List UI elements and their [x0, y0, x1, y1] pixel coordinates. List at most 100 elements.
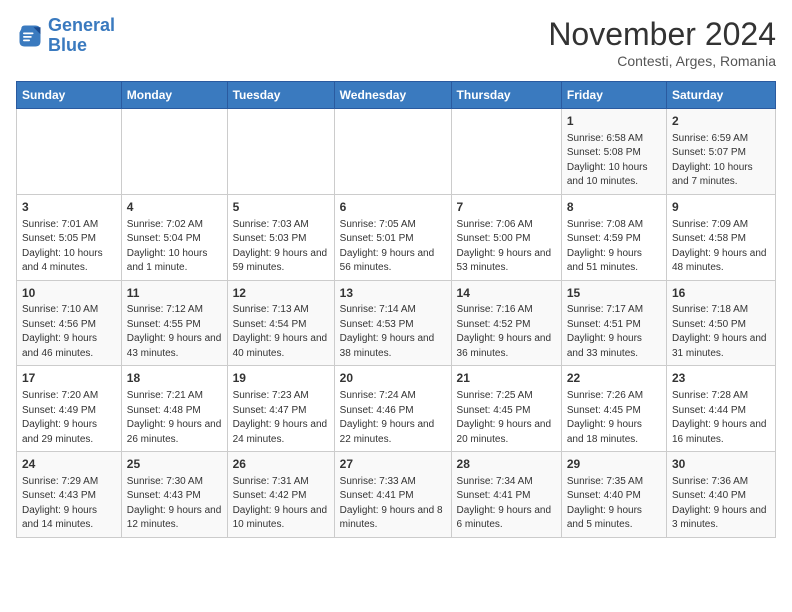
day-number: 2 — [672, 113, 770, 130]
day-number: 30 — [672, 456, 770, 473]
day-info: Sunrise: 7:34 AM Sunset: 4:41 PM Dayligh… — [457, 475, 556, 533]
day-number: 11 — [127, 285, 222, 302]
day-info: Sunrise: 7:13 AM Sunset: 4:54 PM Dayligh… — [233, 303, 329, 361]
day-number: 22 — [567, 370, 661, 387]
day-number: 15 — [567, 285, 661, 302]
day-info: Sunrise: 7:08 AM Sunset: 4:59 PM Dayligh… — [567, 218, 661, 276]
day-cell: 21 Sunrise: 7:25 AM Sunset: 4:45 PM Dayli… — [451, 366, 561, 452]
month-title: November 2024 — [548, 16, 776, 53]
day-cell: 22 Sunrise: 7:26 AM Sunset: 4:45 PM Dayli… — [561, 366, 666, 452]
day-number: 20 — [340, 370, 446, 387]
day-cell — [121, 109, 227, 195]
day-cell: 16Sunrise: 7:18 AM Sunset: 4:50 PM Dayli… — [666, 280, 775, 366]
day-number: 5 — [233, 199, 329, 216]
day-cell: 5 Sunrise: 7:03 AM Sunset: 5:03 PM Daylig… — [227, 194, 334, 280]
day-info: Sunrise: 7:28 AM Sunset: 4:44 PM Dayligh… — [672, 389, 770, 447]
day-cell: 1 Sunrise: 6:58 AM Sunset: 5:08 PM Daylig… — [561, 109, 666, 195]
day-header-monday: Monday — [121, 82, 227, 109]
day-cell: 14Sunrise: 7:16 AM Sunset: 4:52 PM Dayli… — [451, 280, 561, 366]
day-number: 21 — [457, 370, 556, 387]
day-cell: 9Sunrise: 7:09 AM Sunset: 4:58 PM Daylig… — [666, 194, 775, 280]
day-number: 3 — [22, 199, 116, 216]
day-cell — [17, 109, 122, 195]
day-info: Sunrise: 7:35 AM Sunset: 4:40 PM Dayligh… — [567, 475, 661, 533]
week-row-4: 17Sunrise: 7:20 AM Sunset: 4:49 PM Dayli… — [17, 366, 776, 452]
calendar-table: SundayMondayTuesdayWednesdayThursdayFrid… — [16, 81, 776, 538]
week-row-3: 10Sunrise: 7:10 AM Sunset: 4:56 PM Dayli… — [17, 280, 776, 366]
page-header: General Blue November 2024 Contesti, Arg… — [16, 16, 776, 69]
day-info: Sunrise: 7:10 AM Sunset: 4:56 PM Dayligh… — [22, 303, 116, 361]
day-info: Sunrise: 7:20 AM Sunset: 4:49 PM Dayligh… — [22, 389, 116, 447]
day-info: Sunrise: 7:01 AM Sunset: 5:05 PM Dayligh… — [22, 218, 116, 276]
logo-text: General Blue — [48, 16, 115, 56]
day-cell: 15Sunrise: 7:17 AM Sunset: 4:51 PM Dayli… — [561, 280, 666, 366]
day-cell: 12Sunrise: 7:13 AM Sunset: 4:54 PM Dayli… — [227, 280, 334, 366]
logo-line2: Blue — [48, 35, 87, 55]
day-cell — [451, 109, 561, 195]
day-info: Sunrise: 7:14 AM Sunset: 4:53 PM Dayligh… — [340, 303, 446, 361]
day-number: 12 — [233, 285, 329, 302]
header-row: SundayMondayTuesdayWednesdayThursdayFrid… — [17, 82, 776, 109]
day-number: 13 — [340, 285, 446, 302]
day-number: 16 — [672, 285, 770, 302]
day-cell: 11Sunrise: 7:12 AM Sunset: 4:55 PM Dayli… — [121, 280, 227, 366]
day-info: Sunrise: 7:18 AM Sunset: 4:50 PM Dayligh… — [672, 303, 770, 361]
day-info: Sunrise: 7:24 AM Sunset: 4:46 PM Dayligh… — [340, 389, 446, 447]
day-header-saturday: Saturday — [666, 82, 775, 109]
logo-line1: General — [48, 15, 115, 35]
day-info: Sunrise: 7:23 AM Sunset: 4:47 PM Dayligh… — [233, 389, 329, 447]
day-cell: 4 Sunrise: 7:02 AM Sunset: 5:04 PM Daylig… — [121, 194, 227, 280]
day-cell: 23 Sunrise: 7:28 AM Sunset: 4:44 PM Dayli… — [666, 366, 775, 452]
day-info: Sunrise: 7:16 AM Sunset: 4:52 PM Dayligh… — [457, 303, 556, 361]
week-row-2: 3 Sunrise: 7:01 AM Sunset: 5:05 PM Daylig… — [17, 194, 776, 280]
day-cell — [227, 109, 334, 195]
day-info: Sunrise: 7:21 AM Sunset: 4:48 PM Dayligh… — [127, 389, 222, 447]
day-info: Sunrise: 7:36 AM Sunset: 4:40 PM Dayligh… — [672, 475, 770, 533]
logo: General Blue — [16, 16, 115, 56]
day-number: 24 — [22, 456, 116, 473]
day-number: 8 — [567, 199, 661, 216]
day-number: 19 — [233, 370, 329, 387]
day-header-thursday: Thursday — [451, 82, 561, 109]
day-number: 26 — [233, 456, 329, 473]
day-number: 28 — [457, 456, 556, 473]
day-info: Sunrise: 7:06 AM Sunset: 5:00 PM Dayligh… — [457, 218, 556, 276]
day-info: Sunrise: 7:03 AM Sunset: 5:03 PM Dayligh… — [233, 218, 329, 276]
day-info: Sunrise: 7:05 AM Sunset: 5:01 PM Dayligh… — [340, 218, 446, 276]
day-cell — [334, 109, 451, 195]
day-info: Sunrise: 7:26 AM Sunset: 4:45 PM Dayligh… — [567, 389, 661, 447]
week-row-5: 24Sunrise: 7:29 AM Sunset: 4:43 PM Dayli… — [17, 452, 776, 538]
day-number: 1 — [567, 113, 661, 130]
day-info: Sunrise: 7:02 AM Sunset: 5:04 PM Dayligh… — [127, 218, 222, 276]
day-info: Sunrise: 7:12 AM Sunset: 4:55 PM Dayligh… — [127, 303, 222, 361]
day-cell: 6Sunrise: 7:05 AM Sunset: 5:01 PM Daylig… — [334, 194, 451, 280]
day-info: Sunrise: 6:58 AM Sunset: 5:08 PM Dayligh… — [567, 132, 661, 190]
logo-icon — [16, 22, 44, 50]
day-number: 10 — [22, 285, 116, 302]
day-number: 18 — [127, 370, 222, 387]
day-cell: 2 Sunrise: 6:59 AM Sunset: 5:07 PM Daylig… — [666, 109, 775, 195]
day-info: Sunrise: 7:31 AM Sunset: 4:42 PM Dayligh… — [233, 475, 329, 533]
day-cell: 20 Sunrise: 7:24 AM Sunset: 4:46 PM Dayli… — [334, 366, 451, 452]
day-header-tuesday: Tuesday — [227, 82, 334, 109]
day-cell: 8 Sunrise: 7:08 AM Sunset: 4:59 PM Daylig… — [561, 194, 666, 280]
day-cell: 10Sunrise: 7:10 AM Sunset: 4:56 PM Dayli… — [17, 280, 122, 366]
day-info: Sunrise: 7:17 AM Sunset: 4:51 PM Dayligh… — [567, 303, 661, 361]
day-info: Sunrise: 7:25 AM Sunset: 4:45 PM Dayligh… — [457, 389, 556, 447]
day-number: 29 — [567, 456, 661, 473]
day-cell: 30 Sunrise: 7:36 AM Sunset: 4:40 PM Dayli… — [666, 452, 775, 538]
day-number: 7 — [457, 199, 556, 216]
day-cell: 29 Sunrise: 7:35 AM Sunset: 4:40 PM Dayli… — [561, 452, 666, 538]
day-number: 23 — [672, 370, 770, 387]
day-number: 4 — [127, 199, 222, 216]
day-cell: 27Sunrise: 7:33 AM Sunset: 4:41 PM Dayli… — [334, 452, 451, 538]
day-cell: 19 Sunrise: 7:23 AM Sunset: 4:47 PM Dayli… — [227, 366, 334, 452]
day-cell: 18 Sunrise: 7:21 AM Sunset: 4:48 PM Dayli… — [121, 366, 227, 452]
day-info: Sunrise: 7:30 AM Sunset: 4:43 PM Dayligh… — [127, 475, 222, 533]
day-cell: 3 Sunrise: 7:01 AM Sunset: 5:05 PM Daylig… — [17, 194, 122, 280]
day-info: Sunrise: 6:59 AM Sunset: 5:07 PM Dayligh… — [672, 132, 770, 190]
day-cell: 13Sunrise: 7:14 AM Sunset: 4:53 PM Dayli… — [334, 280, 451, 366]
title-block: November 2024 Contesti, Arges, Romania — [548, 16, 776, 69]
day-info: Sunrise: 7:09 AM Sunset: 4:58 PM Dayligh… — [672, 218, 770, 276]
location-subtitle: Contesti, Arges, Romania — [548, 53, 776, 69]
